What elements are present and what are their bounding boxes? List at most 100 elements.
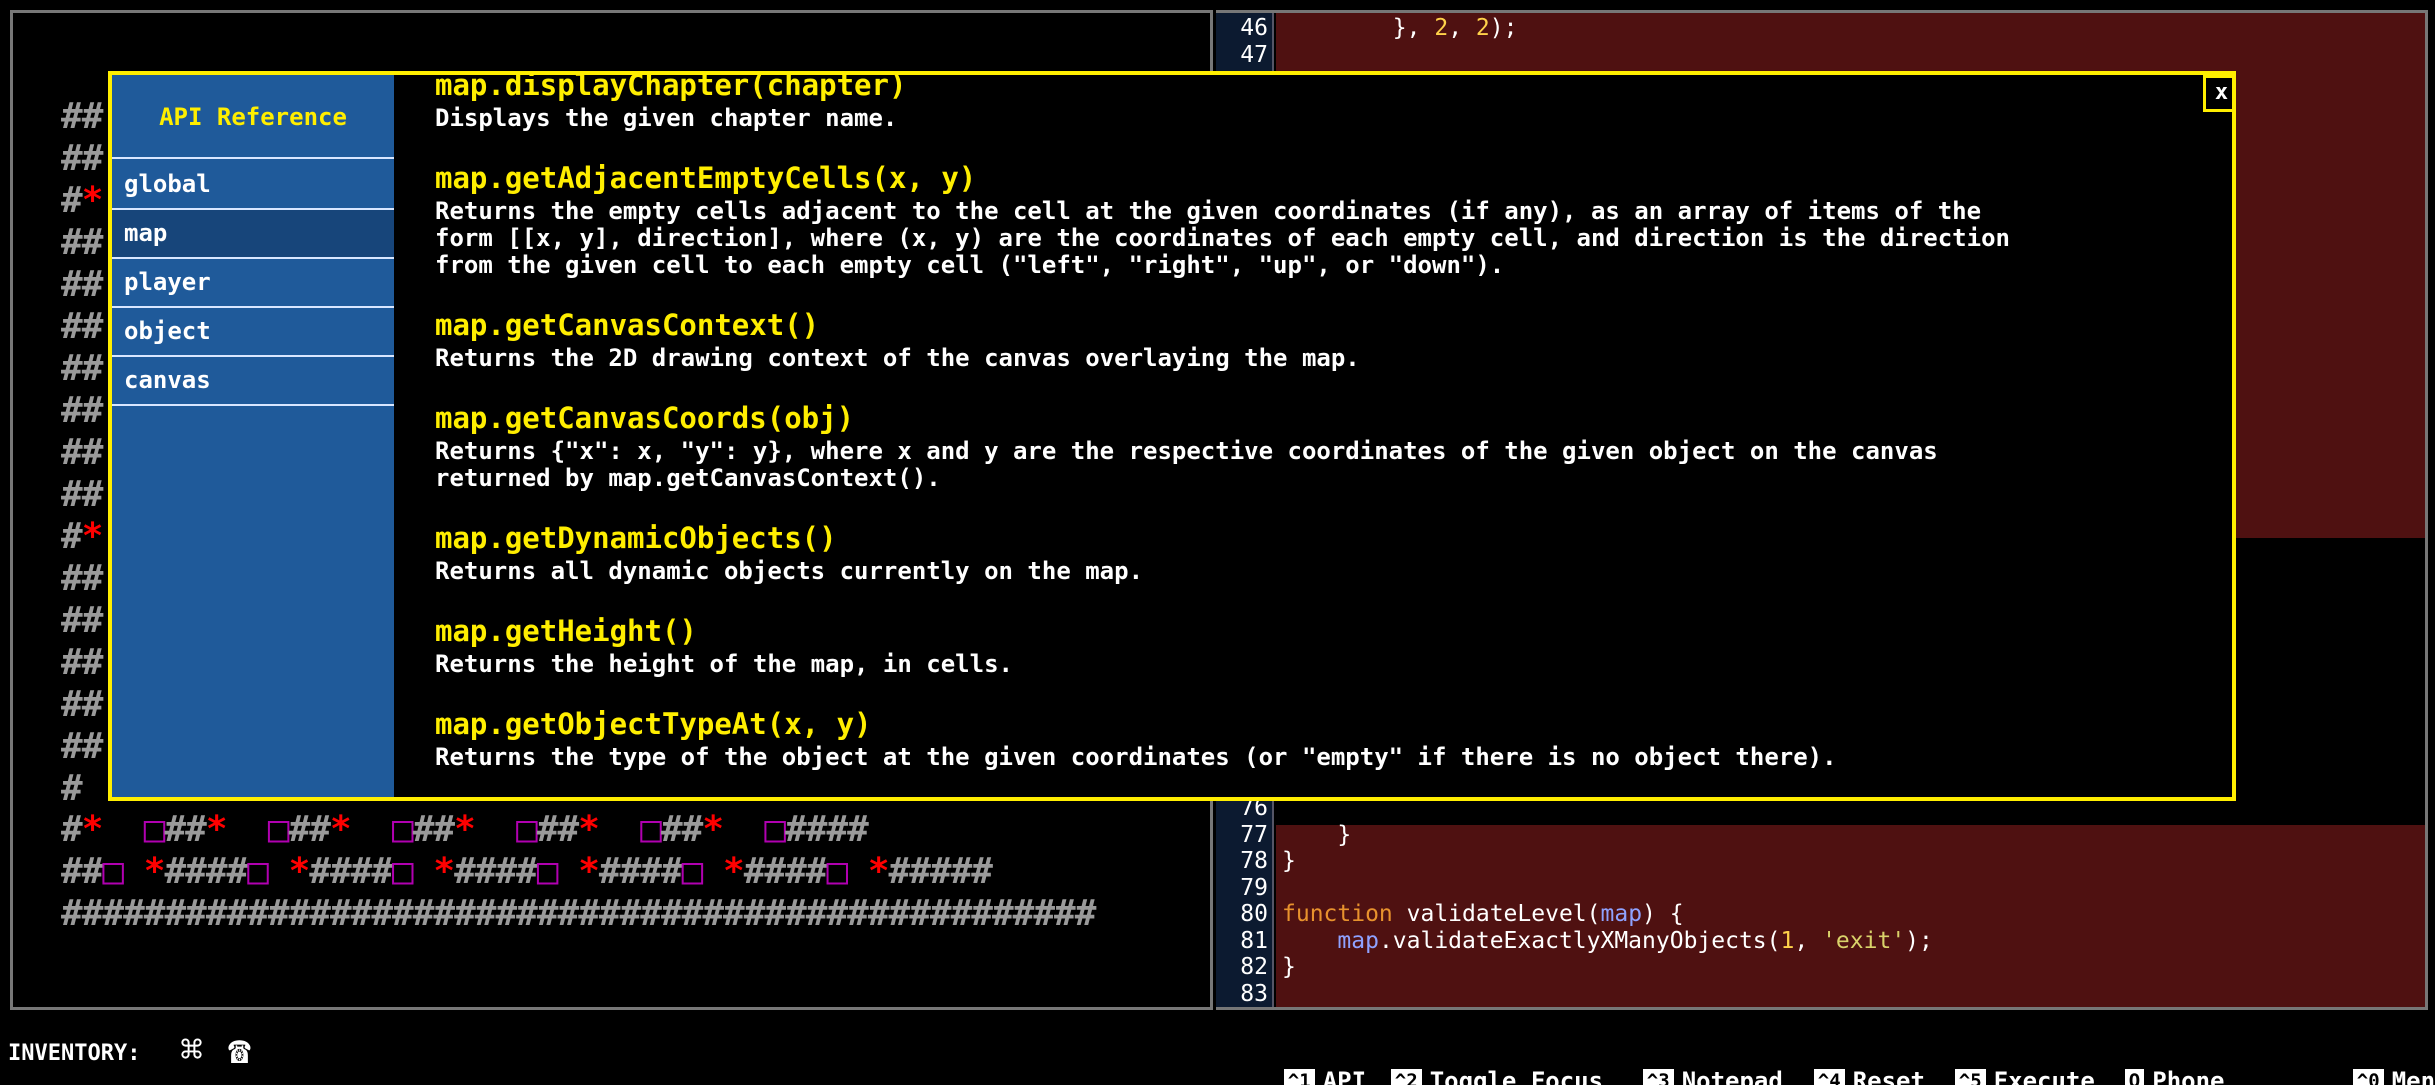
line-number: 79 bbox=[1240, 874, 1268, 901]
star-icon: * bbox=[454, 809, 476, 850]
hotkey-toggle-focus[interactable]: ^2 Toggle Focus bbox=[1333, 1039, 1603, 1085]
hotkey-notepad[interactable]: ^3 Notepad bbox=[1585, 1039, 1783, 1085]
block-icon: □ bbox=[267, 809, 290, 850]
map-row: ## bbox=[61, 222, 103, 263]
command-key-icon[interactable]: ⌘ bbox=[180, 1030, 203, 1070]
close-button[interactable]: x bbox=[2203, 75, 2232, 112]
api-content: map.displayChapter(chapter) Displays the… bbox=[435, 75, 2215, 797]
hotkey-key: ^4 bbox=[1813, 1069, 1845, 1085]
api-entry: map.getObjectTypeAt(x, y) Returns the ty… bbox=[435, 708, 2215, 771]
hotkey-label: Toggle Focus bbox=[1429, 1067, 1604, 1085]
hotkey-key: ^1 bbox=[1283, 1069, 1315, 1085]
hotkey-key: ^2 bbox=[1390, 1069, 1422, 1085]
api-sidebar: API Reference global map player object c… bbox=[112, 75, 394, 797]
api-entry: map.getDynamicObjects() Returns all dyna… bbox=[435, 522, 2215, 585]
code-line[interactable]: 80 function validateLevel(map) { bbox=[1216, 901, 2425, 928]
api-entry: map.getCanvasCoords(obj) Returns {"x": x… bbox=[435, 402, 2215, 492]
api-entry: map.getHeight() Returns the height of th… bbox=[435, 615, 2215, 678]
block-icon: □ bbox=[536, 851, 559, 892]
block-icon: □ bbox=[640, 809, 662, 850]
api-signature: map.getAdjacentEmptyCells(x, y) bbox=[435, 161, 977, 195]
line-number: 83 bbox=[1240, 980, 1268, 1007]
api-description: form [[x, y], direction], where (x, y) a… bbox=[435, 224, 2010, 252]
api-description: Returns the 2D drawing context of the ca… bbox=[435, 344, 1360, 372]
map-row: ## bbox=[61, 474, 103, 515]
api-signature: map.getCanvasContext() bbox=[435, 308, 820, 342]
map-row: ## bbox=[61, 306, 103, 347]
star-icon: * bbox=[433, 851, 455, 892]
api-signature: map.getObjectTypeAt(x, y) bbox=[435, 707, 872, 741]
map-row: # bbox=[61, 768, 83, 809]
code-line[interactable]: 82} bbox=[1216, 954, 2425, 981]
api-signature: map.getDynamicObjects() bbox=[435, 521, 837, 555]
hotkey-execute[interactable]: ^5 Execute bbox=[1897, 1039, 2095, 1085]
map-row: #* □##* □##* □##* □##* □##* □#### bbox=[61, 809, 869, 850]
line-number: 80 bbox=[1240, 901, 1268, 927]
api-title: API Reference bbox=[112, 75, 394, 159]
block-icon: □ bbox=[392, 809, 414, 850]
code-line[interactable]: 81 map.validateExactlyXManyObjects(1, 'e… bbox=[1216, 927, 2425, 955]
hotkey-key: Q bbox=[2124, 1069, 2145, 1085]
hotkey-menu[interactable]: ^0 Menu bbox=[2295, 1039, 2435, 1085]
code-text: } bbox=[1282, 821, 1352, 848]
bottom-bar: INVENTORY: ⌘ ☎ ^1 API ^2 Toggle Focus ^3 No… bbox=[0, 1015, 2435, 1085]
hotkey-key: ^3 bbox=[1642, 1069, 1674, 1085]
api-description: Returns the height of the map, in cells. bbox=[435, 650, 1013, 678]
star-icon: * bbox=[702, 809, 724, 850]
star-icon: * bbox=[723, 851, 745, 892]
line-number: 46 bbox=[1240, 15, 1268, 41]
phone-icon[interactable]: ☎ bbox=[228, 1030, 251, 1070]
star-icon: * bbox=[81, 180, 104, 221]
star-icon: * bbox=[329, 809, 352, 850]
api-description: Returns the type of the object at the gi… bbox=[435, 743, 1837, 771]
api-tab-object[interactable]: object bbox=[112, 308, 394, 357]
api-tab-map[interactable]: map bbox=[112, 210, 394, 259]
map-row: ## bbox=[61, 390, 103, 431]
code-line[interactable]: 77 } bbox=[1216, 821, 2425, 849]
line-number: 77 bbox=[1240, 821, 1268, 848]
map-row: ## bbox=[61, 600, 103, 641]
api-reference-dialog: API Reference global map player object c… bbox=[108, 71, 2236, 801]
line-number: 82 bbox=[1240, 954, 1268, 980]
star-icon: * bbox=[143, 851, 166, 892]
map-row: ## bbox=[61, 558, 103, 599]
block-icon: □ bbox=[102, 851, 124, 892]
hotkey-key: ^0 bbox=[2352, 1069, 2384, 1085]
code-line[interactable]: 83 bbox=[1216, 980, 2425, 1008]
hotkey-key: ^5 bbox=[1954, 1069, 1986, 1085]
api-signature: map.getCanvasCoords(obj) bbox=[435, 401, 855, 435]
map-row: ##□ *####□ *####□ *####□ *####□ *####□ *… bbox=[61, 851, 993, 892]
code-line[interactable]: 47 bbox=[1216, 42, 2425, 69]
api-description: returned by map.getCanvasContext(). bbox=[435, 464, 941, 492]
code-line[interactable]: 46 }, 2, 2); bbox=[1216, 15, 2425, 42]
block-icon: □ bbox=[392, 851, 414, 892]
inventory-label: INVENTORY: bbox=[8, 1041, 141, 1066]
map-row: #* bbox=[61, 180, 104, 221]
map-row: ## bbox=[61, 432, 103, 473]
map-row: ## bbox=[61, 264, 103, 305]
line-number: 81 bbox=[1240, 927, 1268, 954]
map-row: #* bbox=[61, 516, 103, 557]
block-icon: □ bbox=[247, 851, 269, 892]
code-line[interactable]: 79 bbox=[1216, 874, 2425, 902]
map-row: ## bbox=[61, 138, 103, 179]
api-entry: map.getAdjacentEmptyCells(x, y) Returns … bbox=[435, 162, 2215, 279]
code-line[interactable]: 78} bbox=[1216, 848, 2425, 875]
block-icon: □ bbox=[143, 809, 166, 850]
hotkey-phone[interactable]: Q Phone bbox=[2067, 1039, 2225, 1085]
api-entry: map.getCanvasContext() Returns the 2D dr… bbox=[435, 309, 2215, 372]
api-description: Returns the empty cells adjacent to the … bbox=[435, 197, 1982, 225]
block-icon: □ bbox=[681, 851, 704, 892]
code-text: } bbox=[1282, 954, 1296, 980]
api-tab-canvas[interactable]: canvas bbox=[112, 357, 394, 406]
api-description: Displays the given chapter name. bbox=[435, 104, 898, 132]
block-icon: □ bbox=[826, 851, 848, 892]
star-icon: * bbox=[578, 851, 600, 892]
api-tab-global[interactable]: global bbox=[112, 161, 394, 210]
star-icon: * bbox=[867, 851, 890, 892]
code-text: }, 2, 2); bbox=[1282, 15, 1518, 41]
api-tab-player[interactable]: player bbox=[112, 259, 394, 308]
code-text: } bbox=[1282, 848, 1296, 874]
block-icon: □ bbox=[764, 809, 786, 850]
hotkey-label: Phone bbox=[2152, 1067, 2225, 1085]
